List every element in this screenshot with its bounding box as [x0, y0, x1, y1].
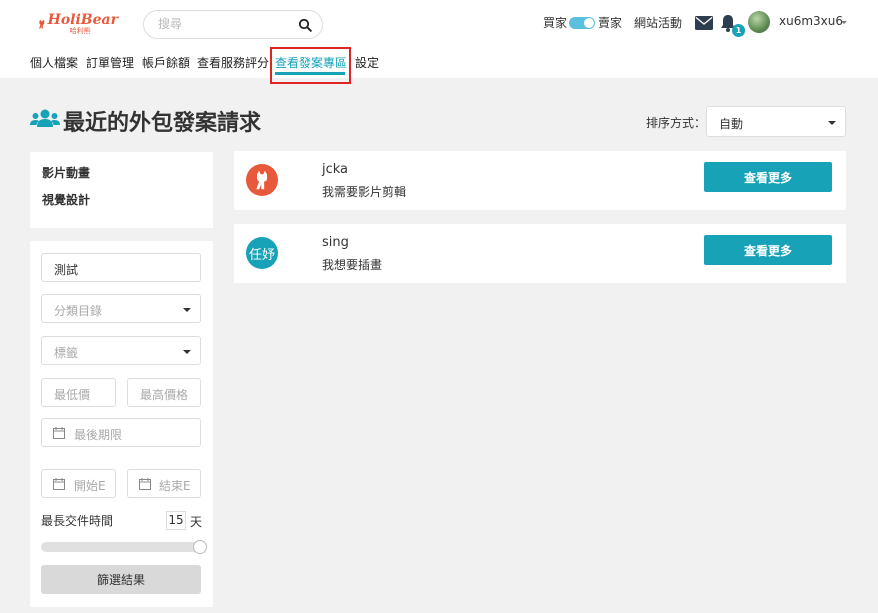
chevron-down-icon [183, 308, 191, 312]
nav-profile[interactable]: 個人檔案 [30, 54, 78, 72]
holibear-logo[interactable]: HoliBear 哈利熊 [38, 8, 118, 40]
view-more-button[interactable]: 查看更多 [704, 162, 832, 192]
search-box [143, 10, 323, 39]
category-placeholder: 分類目錄 [54, 304, 103, 318]
duration-slider-handle[interactable] [193, 540, 207, 554]
logo-subtext: 哈利熊 [69, 27, 91, 35]
calendar-icon [53, 478, 65, 490]
bear-logo-icon [39, 19, 45, 29]
nav-settings[interactable]: 設定 [355, 54, 379, 72]
user-avatar[interactable] [748, 11, 770, 33]
mail-icon[interactable] [695, 16, 713, 30]
end-date-placeholder: 結束E [159, 479, 191, 493]
tag-placeholder: 標籤 [54, 346, 79, 360]
site-events-link[interactable]: 網站活動 [634, 14, 682, 34]
duration-slider[interactable] [41, 542, 201, 552]
deadline-field[interactable]: 最後期限 [41, 418, 201, 447]
sort-select[interactable]: 自動 [706, 106, 846, 137]
notification-badge: 1 [732, 24, 745, 37]
keyword-field[interactable]: 測試 [41, 253, 201, 282]
deadline-placeholder: 最後期限 [74, 428, 123, 442]
start-date-placeholder: 開始E [74, 479, 106, 493]
bear-logo-icon [256, 170, 267, 190]
requester-name[interactable]: jcka [322, 162, 348, 177]
duration-label: 最長交件時間 [41, 514, 114, 528]
username-menu[interactable]: xu6m3xu6 [779, 14, 843, 34]
category-select[interactable]: 分類目錄 [41, 294, 201, 323]
top-header: HoliBear 哈利熊 買家 賣家 網站活動 1 xu6m3xu6 個人檔案 … [0, 0, 878, 78]
keyword-value: 測試 [54, 263, 79, 277]
buyer-seller-toggle[interactable] [569, 17, 595, 29]
request-description: 我需要影片剪輯 [322, 185, 407, 199]
highlight-box [270, 47, 351, 84]
page-title: 最近的外包發案請求 [63, 111, 262, 136]
nav-orders[interactable]: 訂單管理 [86, 54, 134, 72]
nav-service-ratings[interactable]: 查看服務評分 [197, 54, 269, 72]
chevron-down-icon[interactable] [841, 21, 847, 24]
request-card: jcka 我需要影片剪輯 查看更多 [234, 151, 846, 210]
chevron-down-icon [183, 350, 191, 354]
end-date-field[interactable]: 結束E [127, 469, 201, 498]
sort-selected-value: 自動 [719, 117, 744, 131]
seller-mode-label: 賣家 [598, 16, 623, 30]
calendar-icon [53, 427, 65, 439]
min-price-field[interactable]: 最低價 [41, 378, 116, 407]
chevron-down-icon [828, 121, 836, 125]
sort-label: 排序方式： [646, 116, 707, 130]
requester-name[interactable]: sing [322, 235, 349, 250]
max-price-placeholder: 最高價格 [140, 388, 189, 402]
duration-value[interactable]: 15 [166, 511, 186, 530]
filter-submit-button[interactable]: 篩選結果 [41, 565, 201, 594]
nav-balance[interactable]: 帳戶餘額 [142, 54, 190, 72]
category-item-animation[interactable]: 影片動畫 [42, 164, 90, 181]
view-more-button[interactable]: 查看更多 [704, 235, 832, 265]
category-item-visual-design[interactable]: 視覺設計 [42, 191, 90, 208]
requester-avatar[interactable] [246, 164, 278, 196]
category-panel: 影片動畫 視覺設計 [30, 152, 213, 228]
request-description: 我想要插畫 [322, 258, 383, 272]
search-input[interactable] [158, 17, 298, 31]
request-card: 任妤 sing 我想要插畫 查看更多 [234, 224, 846, 283]
duration-unit: 天 [190, 515, 203, 529]
max-price-field[interactable]: 最高價格 [127, 378, 201, 407]
search-icon[interactable] [298, 18, 312, 32]
min-price-placeholder: 最低價 [54, 388, 91, 402]
buyer-mode-label: 買家 [543, 16, 568, 30]
logo-text: HoliBear [47, 12, 118, 28]
avatar-text: 任妤 [248, 247, 275, 263]
calendar-icon [139, 478, 151, 490]
start-date-field[interactable]: 開始E [41, 469, 116, 498]
users-icon [30, 109, 60, 127]
tag-select[interactable]: 標籤 [41, 336, 201, 365]
requester-avatar[interactable]: 任妤 [246, 237, 278, 269]
